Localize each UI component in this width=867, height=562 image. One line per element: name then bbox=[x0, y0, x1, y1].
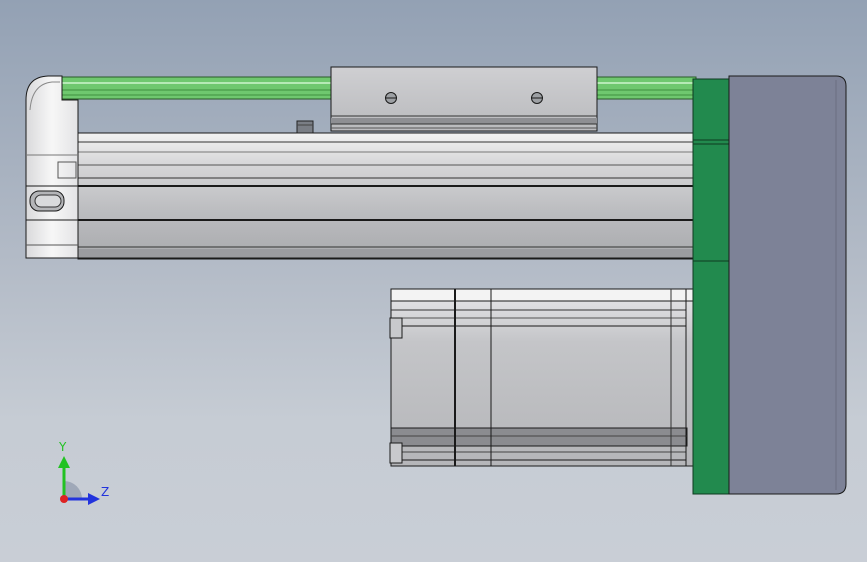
stepper-motor[interactable] bbox=[389, 288, 694, 467]
actuator-model[interactable] bbox=[0, 0, 867, 562]
mount-hole-left bbox=[385, 92, 397, 104]
actuator-body[interactable] bbox=[77, 132, 696, 260]
end-cap[interactable] bbox=[25, 75, 79, 259]
adjust-knob[interactable] bbox=[296, 120, 314, 134]
cad-viewport[interactable]: Y Z bbox=[0, 0, 867, 562]
triad-graphic bbox=[58, 456, 100, 505]
motor-housing[interactable] bbox=[728, 75, 847, 495]
x-axis-origin-icon bbox=[60, 495, 68, 503]
mount-hole-right bbox=[531, 92, 543, 104]
y-axis-label: Y bbox=[59, 440, 67, 454]
cable-port-icon bbox=[29, 190, 65, 212]
axis-triad: Y Z bbox=[40, 438, 130, 518]
y-axis-arrowhead bbox=[58, 456, 70, 468]
z-axis-arrowhead bbox=[88, 493, 100, 505]
carriage-block[interactable] bbox=[330, 66, 598, 132]
flange-plate[interactable] bbox=[692, 78, 730, 495]
z-axis-label: Z bbox=[101, 485, 110, 499]
